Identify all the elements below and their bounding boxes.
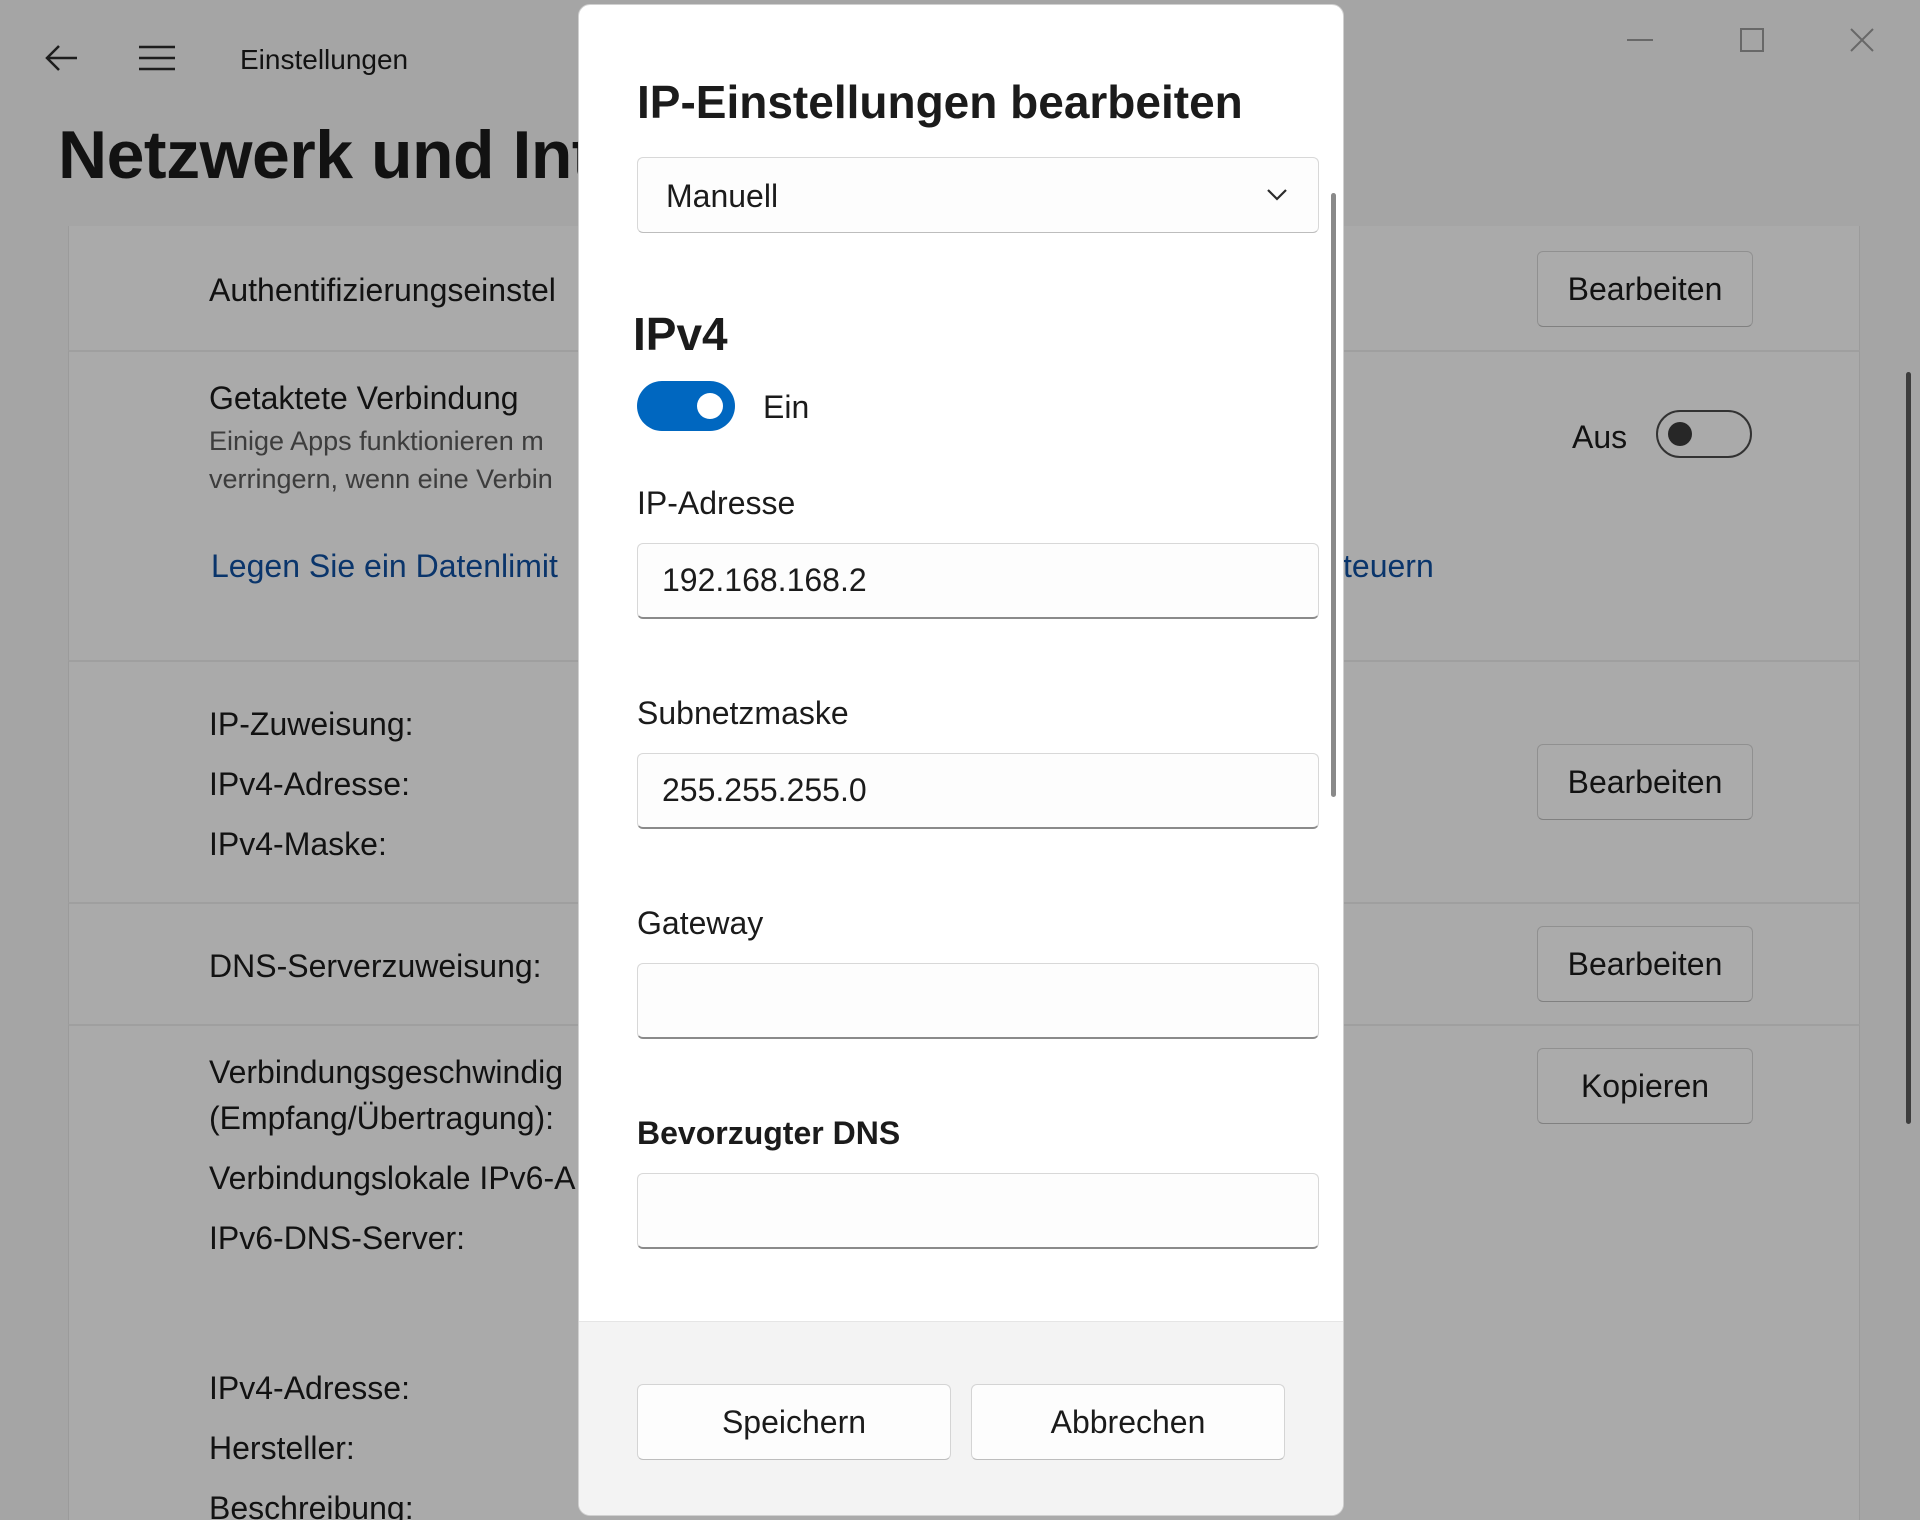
- ip-mode-dropdown[interactable]: Manuell: [637, 157, 1319, 233]
- save-button[interactable]: Speichern: [637, 1384, 951, 1460]
- dialog-footer: Speichern Abbrechen: [579, 1321, 1343, 1515]
- ipv4-section-title: IPv4: [633, 308, 728, 360]
- gateway-input[interactable]: [637, 963, 1319, 1039]
- gateway-label: Gateway: [637, 905, 764, 941]
- toggle-knob: [697, 393, 723, 419]
- preferred-dns-label: Bevorzugter DNS: [637, 1115, 901, 1151]
- dialog-scrollbar[interactable]: [1331, 193, 1336, 797]
- ipv4-toggle[interactable]: [637, 381, 735, 431]
- ip-address-label: IP-Adresse: [637, 485, 796, 521]
- chevron-down-icon: [1262, 180, 1292, 210]
- ip-address-input[interactable]: [637, 543, 1319, 619]
- preferred-dns-input[interactable]: [637, 1173, 1319, 1249]
- cancel-button[interactable]: Abbrechen: [971, 1384, 1285, 1460]
- subnet-mask-input[interactable]: [637, 753, 1319, 829]
- ip-mode-selected: Manuell: [666, 178, 779, 214]
- subnet-mask-label: Subnetzmaske: [637, 695, 849, 731]
- edit-ip-settings-dialog: IP-Einstellungen bearbeiten Manuell IPv4…: [578, 4, 1344, 1516]
- ipv4-toggle-label: Ein: [763, 389, 810, 425]
- dialog-title: IP-Einstellungen bearbeiten: [637, 76, 1243, 128]
